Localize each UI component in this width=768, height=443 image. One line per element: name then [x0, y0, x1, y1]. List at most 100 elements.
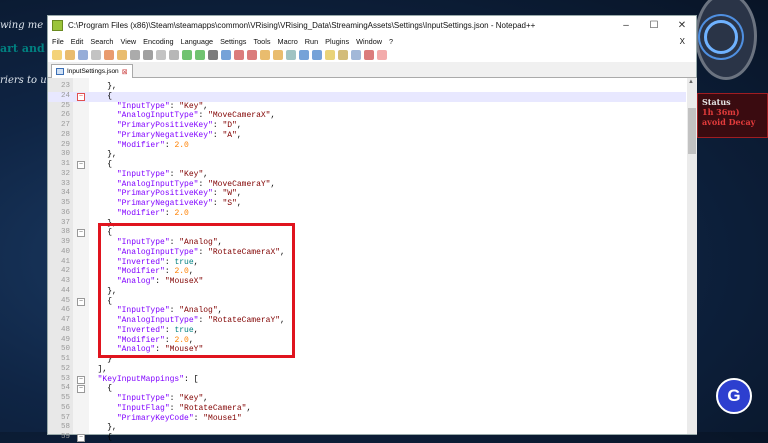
toolbar-button-icon[interactable] [195, 49, 205, 60]
code-line: 54− { [48, 384, 686, 394]
code-line: 30 }, [48, 150, 686, 160]
toolbar-button-icon[interactable] [260, 49, 270, 60]
menu-run[interactable]: Run [305, 37, 318, 46]
toolbar-button-icon[interactable] [273, 49, 283, 60]
toolbar-button-icon[interactable] [130, 49, 140, 60]
fold-toggle-icon[interactable]: − [77, 385, 85, 394]
highlight-box-rotate-camera [98, 223, 295, 358]
minimize-button[interactable]: – [612, 20, 640, 31]
line-number: 37 [60, 218, 70, 227]
fold-toggle-icon[interactable]: − [77, 434, 85, 442]
scroll-up-icon[interactable]: ▲ [688, 79, 694, 85]
toolbar-button-icon[interactable] [169, 49, 179, 60]
tab-inputsettings[interactable]: InputSettings.json ⊠ [51, 64, 133, 78]
line-number: 33 [60, 179, 70, 188]
toolbar-button-icon[interactable] [299, 49, 309, 60]
toolbar-button-icon[interactable] [286, 49, 296, 60]
line-number: 50 [60, 345, 70, 354]
toolbar [48, 47, 696, 62]
toolbar-button-icon[interactable] [156, 49, 166, 60]
line-number: 51 [60, 355, 70, 363]
menu-search[interactable]: Search [90, 37, 113, 46]
code-line: 56 "InputFlag": "RotateCamera", [48, 404, 686, 414]
menu-macro[interactable]: Macro [277, 37, 297, 46]
line-number: 36 [60, 208, 70, 217]
toolbar-button-icon[interactable] [338, 49, 348, 60]
fold-toggle-icon[interactable]: − [77, 229, 85, 238]
code-line: 59− { [48, 433, 686, 443]
code-line: 31− { [48, 160, 686, 170]
toolbar-button-icon[interactable] [117, 49, 127, 60]
code-text: { [88, 91, 113, 101]
code-text: "PrimaryKeyCode": "Mouse1" [116, 413, 242, 423]
code-line: 36 "Modifier": 2.0 [48, 209, 686, 219]
toolbar-button-icon[interactable] [143, 49, 153, 60]
code-text: }, [88, 82, 117, 91]
castle-status-panel: Status 1h 36m) avoid Decay [697, 93, 768, 138]
code-line: 55 "InputType": "Key", [48, 394, 686, 404]
code-text: "InputFlag": "RotateCamera", [116, 403, 252, 413]
line-number: 31 [60, 160, 70, 168]
code-line: 23 }, [48, 82, 686, 92]
code-text: { [88, 433, 113, 442]
code-text: "InputType": "Key", [116, 101, 209, 111]
toolbar-button-icon[interactable] [104, 49, 114, 60]
code-text: { [88, 160, 113, 169]
notepadpp-window: C:\Program Files (x86)\Steam\steamapps\c… [47, 15, 697, 442]
line-number: 34 [60, 189, 70, 198]
menu-file[interactable]: File [52, 37, 64, 46]
tab-bar: InputSettings.json ⊠ [48, 62, 696, 78]
line-number: 23 [60, 82, 70, 90]
line-number: 55 [60, 394, 70, 402]
code-text: ], [88, 364, 108, 374]
toolbar-button-icon[interactable] [351, 49, 361, 60]
code-text: "KeyInputMappings": [ [97, 374, 199, 384]
line-number: 41 [60, 257, 70, 266]
code-line: 52 ], [48, 365, 686, 375]
status-title: Status [702, 97, 731, 107]
line-number: 38 [60, 228, 70, 237]
title-bar[interactable]: C:\Program Files (x86)\Steam\steamapps\c… [48, 16, 696, 35]
toolbar-button-icon[interactable] [52, 49, 62, 60]
toolbar-button-icon[interactable] [221, 49, 231, 60]
menu-plugins[interactable]: Plugins [325, 37, 349, 46]
menu-window[interactable]: Window [356, 37, 382, 46]
menu-edit[interactable]: Edit [71, 37, 84, 46]
menu-tools[interactable]: Tools [253, 37, 270, 46]
line-number: 59 [60, 433, 70, 441]
toolbar-button-icon[interactable] [78, 49, 88, 60]
toolbar-button-icon[interactable] [182, 49, 192, 60]
file-icon [56, 68, 64, 75]
close-button[interactable]: ✕ [668, 20, 696, 31]
vertical-scrollbar[interactable]: ▲ [687, 78, 697, 434]
close-document-button[interactable]: X [680, 37, 685, 46]
code-line: 25 "InputType": "Key", [48, 102, 686, 112]
menu-[interactable]: ? [389, 37, 393, 46]
fold-toggle-icon[interactable]: − [77, 92, 85, 101]
menu-encoding[interactable]: Encoding [143, 37, 173, 46]
toolbar-button-icon[interactable] [364, 49, 374, 60]
fold-toggle-icon[interactable]: − [77, 161, 85, 169]
toolbar-button-icon[interactable] [312, 49, 322, 60]
fold-toggle-icon[interactable]: − [77, 375, 85, 384]
code-line: 53− "KeyInputMappings": [ [48, 375, 686, 385]
toolbar-button-icon[interactable] [325, 49, 335, 60]
maximize-button[interactable]: ☐ [640, 20, 668, 31]
menu-bar: File Edit Search View Encoding Language Settin… [48, 35, 696, 47]
toolbar-button-icon[interactable] [208, 49, 218, 60]
code-text: "AnalogInputType": "MoveCameraX", [116, 111, 276, 121]
tab-close-icon[interactable]: ⊠ [122, 68, 128, 76]
code-line: 29 "Modifier": 2.0 [48, 141, 686, 151]
menu-view[interactable]: View [120, 37, 136, 46]
toolbar-button-icon[interactable] [65, 49, 75, 60]
menu-settings[interactable]: Settings [220, 37, 246, 46]
toolbar-button-icon[interactable] [91, 49, 101, 60]
toolbar-button-icon[interactable] [247, 49, 257, 60]
scrollbar-thumb[interactable] [688, 108, 696, 154]
fold-toggle-icon[interactable]: − [77, 297, 85, 306]
menu-language[interactable]: Language [181, 37, 213, 46]
toolbar-button-icon[interactable] [377, 49, 387, 60]
line-number: 57 [60, 413, 70, 422]
toolbar-button-icon[interactable] [234, 49, 244, 60]
line-number: 56 [60, 403, 70, 412]
